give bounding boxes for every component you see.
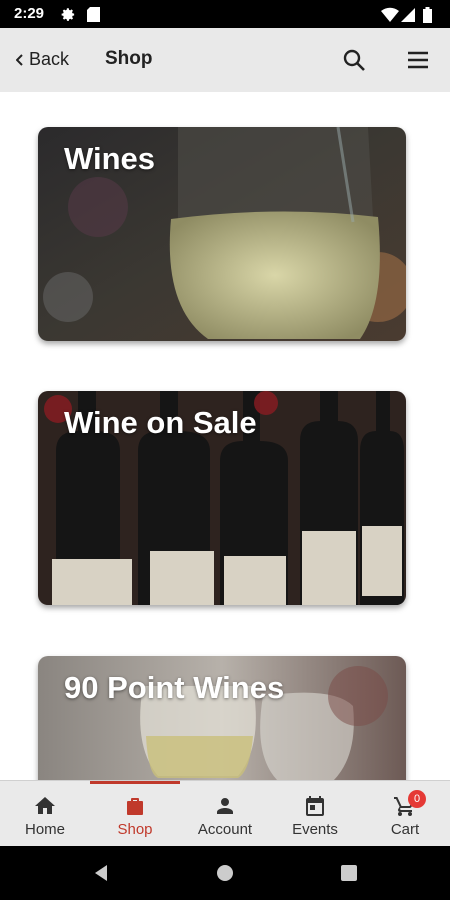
nav-item-cart[interactable]: 0 Cart xyxy=(360,781,450,847)
system-recents-icon[interactable] xyxy=(341,865,357,881)
shop-category-list: Wines Wine on Sale 90 Point Wines xyxy=(0,92,450,780)
status-bar: 2:29 xyxy=(0,0,450,28)
battery-icon xyxy=(423,7,432,23)
nav-item-label: Home xyxy=(24,821,65,838)
shopping-bag-icon xyxy=(127,798,143,815)
page-title: Shop xyxy=(105,48,153,69)
signal-icon xyxy=(401,8,415,22)
nav-item-label: Cart xyxy=(390,821,420,838)
nav-item-shop[interactable]: Shop xyxy=(90,781,180,847)
nav-item-label: Shop xyxy=(117,821,153,838)
category-card-title: Wines xyxy=(64,141,156,176)
chevron-left-icon xyxy=(16,53,23,66)
nav-item-label: Events xyxy=(292,821,338,838)
back-button[interactable]: Back xyxy=(16,49,69,70)
nav-item-home[interactable]: Home xyxy=(0,781,90,847)
nav-item-events[interactable]: Events xyxy=(270,781,360,847)
category-card-wines[interactable]: Wines xyxy=(38,127,406,341)
category-card-90-point-wines[interactable]: 90 Point Wines xyxy=(38,656,406,780)
system-home-icon[interactable] xyxy=(216,864,234,882)
category-card-title: Wine on Sale xyxy=(64,405,257,440)
wifi-icon xyxy=(381,7,399,22)
status-time: 2:29 xyxy=(14,5,45,22)
bottom-nav: Home Shop Account Events 0 Cart xyxy=(0,780,450,847)
app-bar: Back Shop xyxy=(0,28,450,92)
person-icon xyxy=(217,798,233,814)
nav-item-label: Account xyxy=(197,821,253,838)
back-label: Back xyxy=(29,49,70,69)
system-back-icon[interactable] xyxy=(92,864,110,882)
settings-icon xyxy=(61,8,75,21)
search-icon[interactable] xyxy=(340,46,368,74)
category-card-title: 90 Point Wines xyxy=(64,670,285,705)
system-nav-bar xyxy=(0,846,450,900)
category-card-wine-on-sale[interactable]: Wine on Sale xyxy=(38,391,406,605)
home-icon xyxy=(35,797,55,814)
sd-card-icon xyxy=(87,7,100,22)
nav-item-account[interactable]: Account xyxy=(180,781,270,847)
cart-count-badge: 0 xyxy=(408,790,426,808)
menu-icon[interactable] xyxy=(404,46,432,74)
calendar-icon xyxy=(306,796,324,816)
